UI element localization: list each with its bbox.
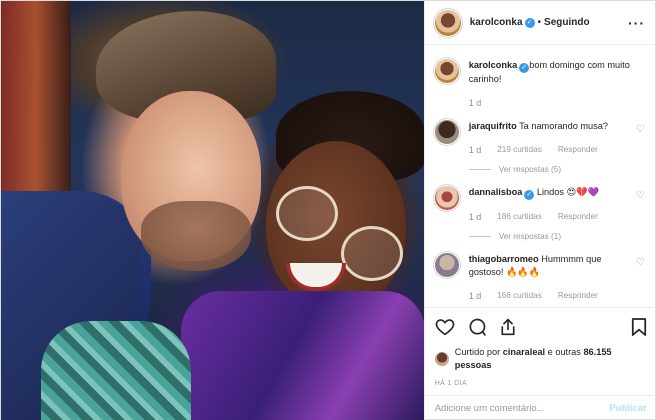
post-header: karolconka ✓ • Seguindo ···	[424, 1, 655, 45]
likes-summary: Curtido por cinaraleal e outras 86.155 p…	[434, 346, 647, 372]
share-icon[interactable]	[499, 317, 517, 337]
post-actions: Curtido por cinaraleal e outras 86.155 p…	[424, 307, 656, 387]
comment-text: dannalisboa ✓ Lindos 😍💔💜	[469, 186, 639, 200]
view-replies-label[interactable]: Ver respostas (1)	[499, 232, 561, 241]
comment-like-heart-icon[interactable]: ♡	[636, 190, 645, 201]
photo-beard	[141, 201, 251, 271]
photo-glasses-right	[341, 226, 403, 281]
caption-meta: 1 d	[469, 98, 639, 108]
photo-background-light	[1, 1, 71, 201]
comment-author[interactable]: thiagobarromeo	[469, 254, 539, 264]
comment-body: Lindos 😍💔💜	[536, 187, 599, 197]
reply-button[interactable]: Responder	[558, 145, 598, 155]
comment-avatar[interactable]	[434, 253, 459, 277]
more-options-icon[interactable]: ···	[628, 15, 645, 31]
comment-body: Ta namorando musa?	[519, 121, 608, 131]
verified-icon: ✓	[524, 190, 535, 200]
like-heart-icon[interactable]	[435, 318, 455, 336]
caption-author[interactable]: karolconka	[469, 60, 518, 70]
follow-status-button[interactable]: Seguindo	[544, 17, 590, 28]
comment-avatar[interactable]	[434, 120, 459, 144]
post-photo[interactable]	[1, 1, 424, 420]
comment-meta: 1 d 166 curtidas Responder	[469, 291, 639, 301]
comment-age[interactable]: 1 d	[469, 291, 482, 301]
liker-username[interactable]: cinaraleal	[503, 347, 545, 357]
comment-item: dannalisboa ✓ Lindos 😍💔💜 1 d 186 curtidas…	[434, 186, 647, 241]
comment-age[interactable]: 1 d	[469, 212, 482, 222]
comment-likes[interactable]: 219 curtidas	[497, 145, 542, 155]
comment-likes[interactable]: 186 curtidas	[497, 212, 542, 222]
likes-text: Curtido por cinaraleal e outras 86.155 p…	[455, 346, 647, 372]
photo-glasses-left	[276, 186, 338, 241]
action-icons	[435, 316, 647, 338]
photo-shirt	[181, 291, 424, 420]
post-side-panel: karolconka ✓ • Seguindo ··· karolconka ✓ b…	[423, 1, 656, 420]
comment-author[interactable]: dannalisboa	[469, 187, 523, 197]
comment-likes[interactable]: 166 curtidas	[497, 291, 542, 301]
publish-button[interactable]: Publicar	[609, 403, 647, 414]
comment-avatar[interactable]	[434, 186, 459, 210]
comment-input[interactable]	[434, 403, 610, 414]
reply-button[interactable]: Responder	[558, 212, 598, 222]
photo-sleeve	[41, 321, 191, 420]
view-replies[interactable]: Ver respostas (1)	[468, 232, 639, 241]
bookmark-icon[interactable]	[631, 317, 647, 337]
comment-bubble-icon[interactable]	[467, 317, 487, 337]
comments-list[interactable]: karolconka ✓ bom domingo com muito carinho…	[425, 45, 656, 307]
liker-avatar[interactable]	[434, 352, 449, 366]
comment-item: thiagobarromeo Hummmm que gostoso! 🔥🔥🔥 1…	[434, 253, 647, 301]
caption: karolconka ✓ bom domingo com muito carinho…	[434, 59, 647, 108]
view-replies[interactable]: Ver respostas (5)	[468, 165, 639, 174]
comment-age[interactable]: 1 d	[469, 145, 482, 155]
caption-author-avatar[interactable]	[434, 59, 459, 83]
comment-text: jaraquifrito Ta namorando musa?	[469, 120, 639, 133]
reply-button[interactable]: Responder	[558, 291, 598, 301]
author-avatar[interactable]	[434, 9, 461, 36]
comment-meta: 1 d 219 curtidas Responder	[469, 145, 639, 155]
comment-like-heart-icon[interactable]: ♡	[636, 124, 645, 135]
comment-text: thiagobarromeo Hummmm que gostoso! 🔥🔥🔥	[469, 253, 639, 279]
comment-meta: 1 d 186 curtidas Responder	[469, 212, 639, 222]
caption-text: karolconka ✓ bom domingo com muito carinho…	[469, 59, 639, 86]
comment-author[interactable]: jaraquifrito	[469, 121, 517, 131]
replies-divider	[468, 236, 491, 237]
likes-middle: e outras	[545, 347, 584, 357]
likes-prefix: Curtido por	[454, 347, 503, 357]
replies-divider	[468, 169, 491, 170]
comment-box: Publicar	[424, 395, 656, 420]
comment-item: jaraquifrito Ta namorando musa? 1 d 219 …	[434, 120, 647, 174]
author-username[interactable]: karolconka	[470, 17, 523, 28]
verified-icon: ✓	[519, 63, 530, 73]
instagram-post: karolconka ✓ • Seguindo ··· karolconka ✓ b…	[0, 0, 656, 420]
comment-like-heart-icon[interactable]: ♡	[636, 257, 645, 268]
caption-age[interactable]: 1 d	[469, 98, 482, 108]
separator-dot: •	[537, 17, 542, 28]
verified-icon: ✓	[524, 17, 535, 28]
post-date[interactable]: HÁ 1 DIA	[435, 380, 647, 387]
view-replies-label[interactable]: Ver respostas (5)	[499, 165, 561, 174]
